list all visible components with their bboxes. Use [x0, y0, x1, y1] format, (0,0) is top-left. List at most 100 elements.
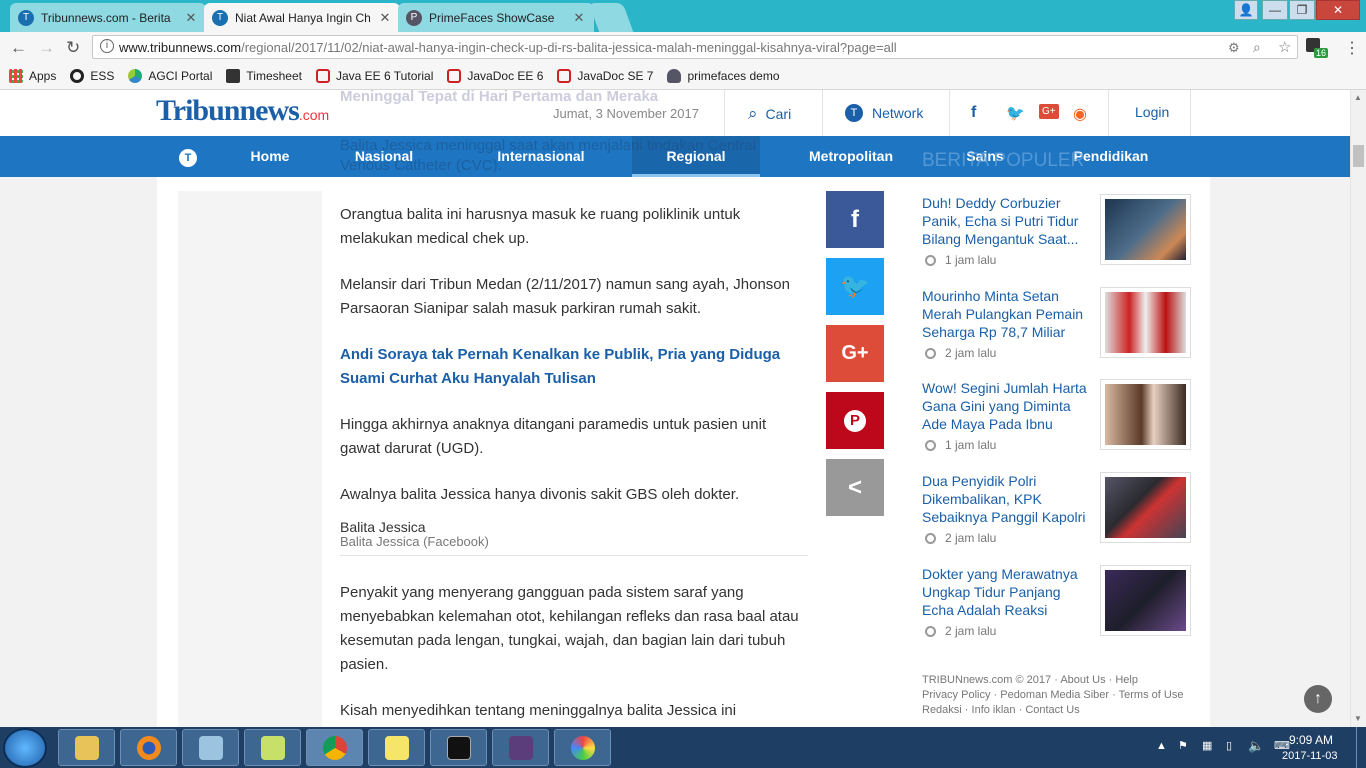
- popular-title-link[interactable]: Duh! Deddy Corbuzier Panik, Echa si Putr…: [922, 194, 1094, 248]
- close-icon[interactable]: ✕: [378, 10, 392, 26]
- scrollbar-thumb[interactable]: [1353, 145, 1364, 167]
- bookmark-label: Timesheet: [246, 68, 302, 83]
- search-button[interactable]: ⌕ Cari: [748, 104, 791, 124]
- popular-title-link[interactable]: Mourinho Minta Setan Merah Pulangkan Pem…: [922, 287, 1094, 341]
- rss-link[interactable]: ◉: [1073, 104, 1087, 124]
- scroll-down-icon[interactable]: ▼: [1354, 714, 1362, 723]
- taskbar-sticky-notes[interactable]: [368, 729, 425, 766]
- share-facebook-button[interactable]: f: [826, 191, 884, 248]
- thumbnail[interactable]: [1100, 379, 1191, 450]
- zoom-icon[interactable]: ⌕: [1253, 39, 1261, 56]
- close-icon[interactable]: ✕: [184, 10, 198, 26]
- bookmark-javaee-tutorial[interactable]: Java EE 6 Tutorial: [315, 68, 433, 83]
- share-more-button[interactable]: <: [826, 459, 884, 516]
- taskbar-paint[interactable]: [554, 729, 611, 766]
- close-icon[interactable]: ✕: [572, 10, 586, 26]
- network-tray-icon[interactable]: ▦: [1202, 739, 1212, 752]
- bookmark-javadoc-ee6[interactable]: JavaDoc EE 6: [447, 68, 544, 83]
- power-icon[interactable]: ▯: [1226, 739, 1232, 752]
- login-link[interactable]: Login: [1135, 104, 1169, 120]
- caption-title: Balita Jessica: [340, 519, 426, 535]
- taskbar-notepadpp[interactable]: [244, 729, 301, 766]
- bookmark-javadoc-se7[interactable]: JavaDoc SE 7: [557, 68, 654, 83]
- tab-tribunnews[interactable]: T Tribunnews.com - Berita ✕: [10, 3, 206, 32]
- forward-icon[interactable]: →: [38, 38, 55, 58]
- taskbar-chrome[interactable]: [306, 729, 363, 766]
- tribunnews-logo[interactable]: Tribunnews.com: [156, 94, 329, 128]
- vertical-scrollbar[interactable]: ▲ ▼: [1350, 90, 1366, 727]
- list-item[interactable]: Dua Penyidik Polri Dikembalikan, KPK Seb…: [922, 472, 1202, 564]
- taskbar-explorer[interactable]: [58, 729, 115, 766]
- googleplus-link[interactable]: G+: [1039, 104, 1059, 119]
- tray-expand-icon[interactable]: ▲: [1156, 740, 1167, 752]
- home-logo-icon[interactable]: T: [168, 136, 208, 177]
- bookmark-agci[interactable]: AGCI Portal: [128, 68, 212, 83]
- share-googleplus-button[interactable]: G+: [826, 325, 884, 382]
- bookmark-label: JavaDoc EE 6: [467, 68, 544, 83]
- tab-label: Niat Awal Hanya Ingin Ch: [235, 10, 371, 25]
- thumbnail[interactable]: [1100, 287, 1191, 358]
- list-item[interactable]: Dokter yang Merawatnya Ungkap Tidur Panj…: [922, 565, 1202, 657]
- reload-icon[interactable]: ↻: [66, 38, 80, 58]
- share-twitter-button[interactable]: 🐦: [826, 258, 884, 315]
- tab-article[interactable]: T Niat Awal Hanya Ingin Ch ✕: [204, 3, 400, 32]
- list-item[interactable]: Wow! Segini Jumlah Harta Gana Gini yang …: [922, 379, 1202, 471]
- scroll-up-icon[interactable]: ▲: [1354, 93, 1362, 102]
- tab-primefaces[interactable]: P PrimeFaces ShowCase ✕: [398, 3, 594, 32]
- footer-links-row-2[interactable]: Privacy Policy · Pedoman Media Siber · T…: [922, 689, 1183, 701]
- menu-metropolitan[interactable]: Metropolitan: [794, 136, 908, 177]
- list-item[interactable]: Duh! Deddy Corbuzier Panik, Echa si Putr…: [922, 194, 1202, 286]
- article-paragraph: Kisah menyedihkan tentang meninggalnya b…: [340, 702, 737, 719]
- taskbar-java-ide[interactable]: [492, 729, 549, 766]
- thumbnail[interactable]: [1100, 472, 1191, 543]
- menu-icon[interactable]: ⋮: [1344, 38, 1360, 58]
- popular-title-link[interactable]: Dua Penyidik Polri Dikembalikan, KPK Seb…: [922, 472, 1094, 526]
- related-article-link[interactable]: Andi Soraya tak Pernah Kenalkan ke Publi…: [340, 343, 810, 391]
- share-pinterest-button[interactable]: P: [826, 392, 884, 449]
- back-icon[interactable]: ←: [10, 38, 27, 58]
- volume-icon[interactable]: 🔈: [1248, 738, 1264, 754]
- article-paragraph: Melansir dari Tribun Medan (2/11/2017) n…: [340, 276, 790, 317]
- clock-time[interactable]: 9:09 AM: [1289, 733, 1333, 747]
- cookie-icon[interactable]: ⚙: [1228, 40, 1240, 56]
- list-item[interactable]: Mourinho Minta Setan Merah Pulangkan Pem…: [922, 287, 1202, 379]
- bookmark-primefaces[interactable]: primefaces demo: [667, 68, 780, 83]
- timestamp: 2 jam lalu: [922, 531, 996, 545]
- bookmark-label: JavaDoc SE 7: [577, 68, 654, 83]
- menu-home[interactable]: Home: [230, 136, 310, 177]
- restore-button[interactable]: ❐: [1289, 0, 1315, 20]
- info-icon[interactable]: i: [100, 39, 114, 53]
- close-window-button[interactable]: ✕: [1316, 0, 1360, 20]
- footer-links-row-3[interactable]: Redaksi · Info iklan · Contact Us: [922, 704, 1080, 716]
- bookmark-timesheet[interactable]: Timesheet: [226, 68, 302, 83]
- bookmark-ess[interactable]: ESS: [70, 68, 114, 83]
- bookmark-apps[interactable]: Apps: [9, 68, 56, 83]
- flag-icon[interactable]: ⚑: [1178, 739, 1188, 752]
- star-icon[interactable]: ☆: [1278, 38, 1291, 56]
- taskbar-cmd[interactable]: [430, 729, 487, 766]
- facebook-link[interactable]: f: [971, 104, 976, 122]
- popular-sidebar: Duh! Deddy Corbuzier Panik, Echa si Putr…: [903, 177, 1210, 727]
- thumbnail[interactable]: [1100, 194, 1191, 265]
- taskbar-notepad[interactable]: [182, 729, 239, 766]
- start-button[interactable]: [3, 728, 47, 768]
- new-tab-button[interactable]: [588, 3, 634, 32]
- url-input[interactable]: i www.tribunnews.com /regional/2017/11/0…: [92, 35, 1298, 59]
- clock-date[interactable]: 2017-11-03: [1282, 750, 1337, 762]
- scroll-to-top-button[interactable]: ↑: [1304, 685, 1332, 713]
- address-toolbar: ← → ↻ i www.tribunnews.com /regional/201…: [0, 32, 1366, 62]
- thumbnail[interactable]: [1100, 565, 1191, 636]
- time-label: 1 jam lalu: [945, 253, 997, 267]
- clock-icon: [925, 532, 936, 544]
- network-button[interactable]: T Network: [845, 104, 923, 122]
- popular-title-link[interactable]: Dokter yang Merawatnya Ungkap Tidur Panj…: [922, 565, 1094, 619]
- footer-links-row-1[interactable]: TRIBUNnews.com © 2017 · About Us · Help: [922, 674, 1138, 686]
- show-desktop-button[interactable]: [1356, 727, 1366, 768]
- twitter-link[interactable]: 🐦: [1006, 104, 1025, 122]
- minimize-button[interactable]: —: [1262, 0, 1288, 20]
- timesheet-icon: [226, 68, 241, 83]
- popular-title-link[interactable]: Wow! Segini Jumlah Harta Gana Gini yang …: [922, 379, 1094, 433]
- taskbar-firefox[interactable]: [120, 729, 177, 766]
- time-label: 2 jam lalu: [945, 531, 997, 545]
- user-icon[interactable]: 👤: [1234, 0, 1258, 20]
